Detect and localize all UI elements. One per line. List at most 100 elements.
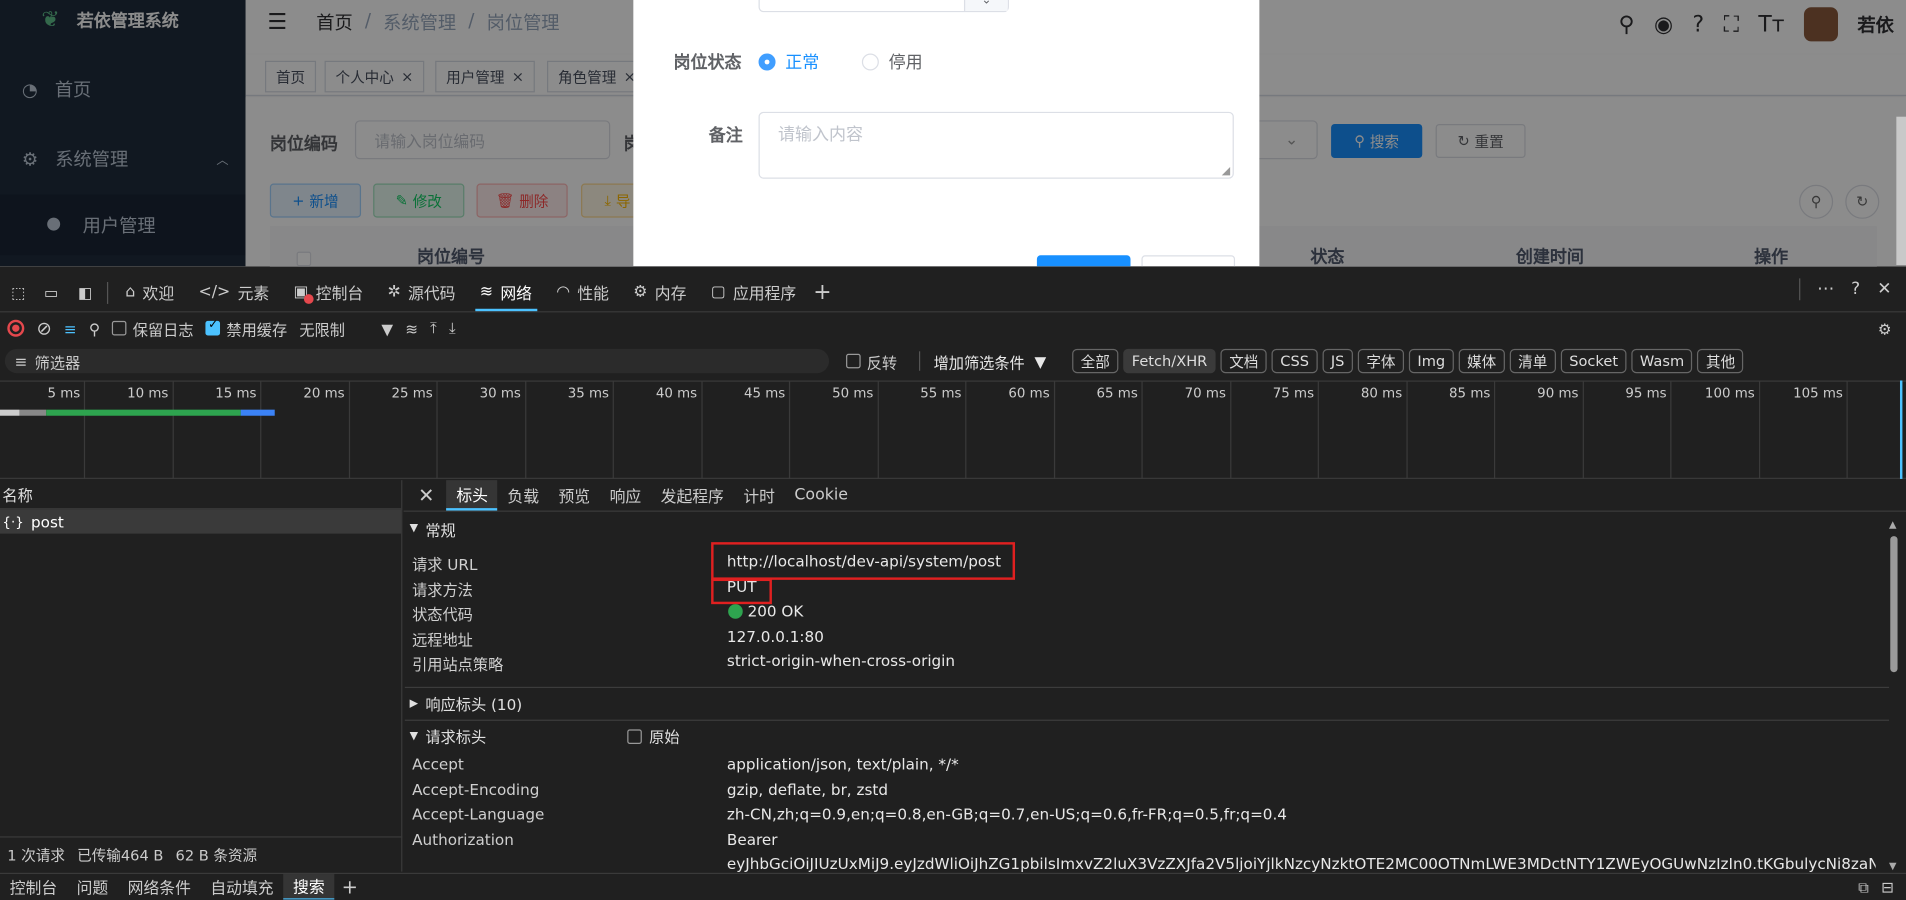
scrollbar-thumb[interactable] (1890, 536, 1898, 673)
filter-type-button[interactable]: CSS (1271, 348, 1318, 374)
detail-tab[interactable]: 响应 (600, 480, 651, 510)
dock-drawer-icon[interactable]: ⧉ (1858, 877, 1869, 896)
status-ok-icon (728, 604, 743, 619)
close-drawer-icon[interactable]: ⊟ (1881, 877, 1894, 896)
checkbox-label: 原始 (649, 728, 680, 747)
filter-type-button[interactable]: JS (1322, 348, 1353, 374)
record-icon[interactable] (7, 319, 25, 337)
disable-cache-checkbox[interactable]: 禁用缓存 (205, 317, 287, 340)
raw-checkbox[interactable]: 原始 (627, 724, 680, 747)
filter-type-button[interactable]: 字体 (1357, 348, 1405, 374)
close-icon[interactable]: ✕ (418, 484, 434, 507)
clear-icon[interactable]: ⊘ (36, 317, 51, 339)
network-conditions-icon[interactable]: ≋ (405, 319, 418, 337)
add-tab-icon[interactable]: + (342, 875, 358, 898)
page-scrollbar[interactable] (1896, 116, 1906, 266)
radio-label: 停用 (888, 53, 923, 73)
timeline-gridline (260, 380, 262, 479)
general-value: 127.0.0.1:80 (726, 627, 824, 646)
timeline-tick-label: 90 ms (1537, 385, 1579, 402)
tab-network[interactable]: ≋ 网络 (468, 274, 544, 311)
triangle-right-icon: ▶ (409, 697, 419, 710)
tab-elements[interactable]: </> 元素 (186, 274, 281, 310)
edit-post-dialog: ⌄ 岗位状态 正常 停用 备注 请输入内容 ◢ (633, 0, 1260, 267)
detail-tab[interactable]: 标头 (446, 480, 498, 511)
sort-input[interactable]: ⌄ (758, 0, 1009, 13)
drawer-tab[interactable]: 网络条件 (118, 873, 201, 899)
more-filters-dropdown[interactable]: 增加筛选条件 ▼ (934, 349, 1047, 372)
invert-checkbox[interactable]: 反转 (846, 349, 897, 372)
request-row[interactable]: {·} post (0, 509, 402, 534)
inspect-icon[interactable]: ⬚ (2, 283, 34, 301)
tab-label: 应用程序 (732, 285, 797, 304)
filter-input[interactable]: ≡ 筛选器 (4, 348, 830, 374)
request-header-key: Accept-Language (412, 804, 545, 824)
help-icon[interactable]: ? (1851, 280, 1860, 299)
timeline-gridline (172, 380, 174, 479)
filter-type-button[interactable]: 清单 (1509, 348, 1556, 374)
detail-tab[interactable]: Cookie (785, 480, 858, 510)
filter-type-button[interactable]: Socket (1560, 348, 1627, 374)
upload-icon[interactable]: ⤒ (430, 318, 437, 337)
timeline-tick-label: 95 ms (1625, 385, 1667, 402)
timeline-gridline (700, 380, 703, 479)
throttle-select[interactable]: 无限制 ▼ (299, 317, 393, 340)
request-header-value: application/json, text/plain, */* (726, 754, 959, 774)
resize-handle-icon[interactable]: ◢ (1222, 165, 1230, 177)
response-headers-section[interactable]: ▶ 响应标头 (10) (404, 686, 1890, 719)
filter-type-button[interactable]: 文档 (1220, 348, 1267, 374)
settings-icon[interactable]: ⚙ (1878, 319, 1892, 337)
triangle-down-icon: ▼ (409, 522, 419, 535)
name-column-header[interactable]: 名称 (0, 480, 402, 510)
remark-textarea[interactable]: 请输入内容 ◢ (758, 111, 1234, 179)
close-icon[interactable]: ✕ (1877, 280, 1891, 299)
filter-type-button[interactable]: 其他 (1697, 348, 1744, 374)
detail-tab[interactable]: 负载 (498, 480, 549, 510)
device-toolbar-icon[interactable]: ▭ (34, 283, 68, 301)
status-normal-radio[interactable]: 正常 (758, 50, 819, 74)
cancel-button[interactable] (1141, 255, 1236, 267)
general-key: 状态代码 (412, 605, 473, 624)
dock-icon[interactable]: ◧ (68, 283, 102, 301)
general-section-header[interactable]: ▼ 常规 (405, 513, 1889, 545)
drawer-tab[interactable]: 搜索 (283, 873, 335, 900)
preserve-log-checkbox[interactable]: 保留日志 (112, 317, 194, 340)
filter-type-button[interactable]: 全部 (1072, 348, 1119, 374)
add-tab-icon[interactable]: + (813, 280, 831, 306)
request-headers-section-header[interactable]: ▼ 请求标头 原始 (404, 719, 1890, 752)
chevron-down-icon: ▼ (381, 319, 394, 338)
filter-type-button[interactable]: Fetch/XHR (1123, 348, 1216, 374)
chevron-down-icon[interactable]: ⌄ (963, 0, 1008, 11)
checkbox-unchecked-icon (846, 353, 861, 369)
filter-type-button[interactable]: Wasm (1631, 348, 1693, 374)
tab-memory[interactable]: ⚙ 内存 (621, 274, 698, 310)
status-disabled-radio[interactable]: 停用 (861, 50, 923, 74)
timeline-gridline (1053, 380, 1055, 479)
drawer-tab[interactable]: 问题 (67, 873, 118, 899)
tab-application[interactable]: ▢ 应用程序 (699, 274, 809, 310)
tab-sources[interactable]: ✲ 源代码 (375, 274, 467, 310)
drawer-tab-bar: 控制台 问题 网络条件 自动填充 搜索 + ⧉ ⊟ (0, 872, 1906, 900)
gauge-icon: ◠ (556, 283, 571, 302)
detail-tab[interactable]: 预览 (549, 480, 600, 510)
tab-welcome[interactable]: ⌂ 欢迎 (113, 274, 186, 310)
tab-console[interactable]: ▣ 控制台 (281, 274, 375, 310)
timeline-tick-label: 1 (1858, 385, 1906, 401)
timeline-gridline (612, 380, 614, 479)
detail-tab[interactable]: 发起程序 (651, 480, 734, 510)
confirm-button[interactable] (1036, 255, 1131, 267)
drawer-tab[interactable]: 自动填充 (201, 873, 284, 899)
xhr-icon: {·} (2, 513, 24, 530)
detail-scrollbar[interactable]: ▲ ▼ (1888, 517, 1900, 872)
filter-funnel-icon[interactable]: ≡ (64, 319, 77, 337)
download-icon[interactable]: ⤓ (449, 318, 456, 337)
filter-type-button[interactable]: 媒体 (1458, 348, 1505, 374)
drawer-tab[interactable]: 控制台 (0, 873, 67, 899)
more-icon[interactable]: ⋯ (1817, 280, 1834, 299)
request-header-value: gzip, deflate, br, zstd (726, 779, 888, 799)
search-icon[interactable]: ⚲ (89, 319, 100, 337)
filter-type-button[interactable]: Img (1408, 348, 1454, 374)
tab-performance[interactable]: ◠ 性能 (544, 274, 621, 310)
checkbox-label: 保留日志 (132, 320, 194, 339)
detail-tab[interactable]: 计时 (734, 480, 785, 510)
